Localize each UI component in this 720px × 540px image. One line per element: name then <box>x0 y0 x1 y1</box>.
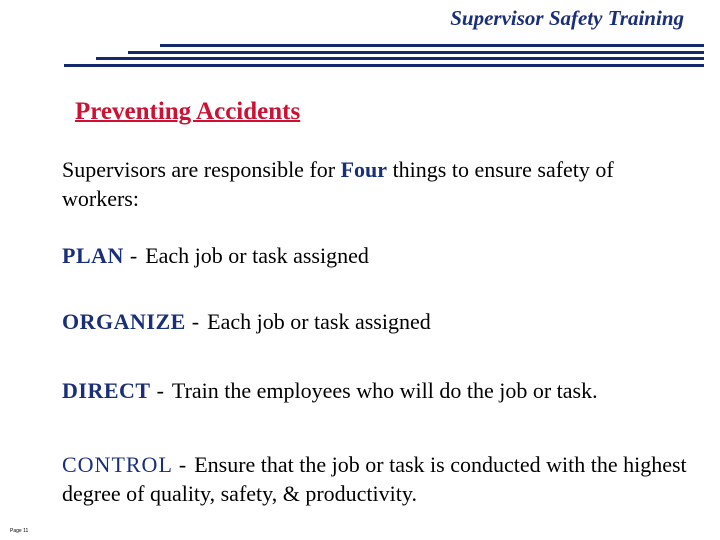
header-rule-4 <box>64 64 704 67</box>
page-number: Page 11 <box>10 528 29 534</box>
item-separator: - <box>129 243 138 268</box>
slide-title: Preventing Accidents <box>75 98 301 125</box>
item-text: Each job or task assigned <box>145 243 369 268</box>
header-rule-1 <box>160 44 704 47</box>
header-rule-2 <box>128 51 704 54</box>
item-text: Each job or task assigned <box>207 309 431 334</box>
header-title: Supervisor Safety Training <box>450 6 684 30</box>
intro-emphasis: Four <box>340 157 388 182</box>
item-separator: - <box>178 452 187 477</box>
header-rule-3 <box>96 57 704 60</box>
item-text: Train the employees who will do the job … <box>171 378 598 403</box>
item-label: CONTROL <box>62 452 173 477</box>
intro-text-before: Supervisors are responsible for <box>62 157 341 182</box>
item-label: ORGANIZE <box>62 309 186 334</box>
item-separator: - <box>156 378 164 403</box>
item-label: DIRECT <box>62 378 151 403</box>
item-separator: - <box>191 309 200 334</box>
item-control: CONTROL - Ensure that the job or task is c… <box>62 450 702 508</box>
item-plan: PLAN - Each job or task assigned <box>62 241 702 270</box>
item-direct: DIRECT - Train the employees who will do t… <box>62 376 702 405</box>
item-organize: ORGANIZE - Each job or task assigned <box>62 307 702 336</box>
intro-paragraph: Supervisors are responsible for Four thi… <box>62 155 662 213</box>
item-label: PLAN <box>62 243 124 268</box>
